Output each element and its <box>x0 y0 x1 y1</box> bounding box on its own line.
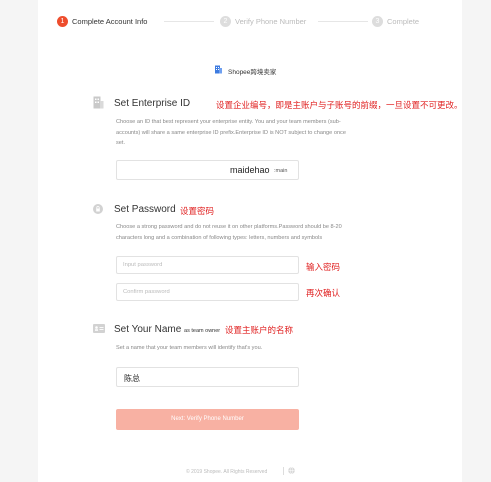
next-verify-phone-button[interactable]: Next: Verify Phone Number <box>116 409 299 430</box>
confirm-password-input[interactable]: Confirm password <box>116 283 299 301</box>
step-3-indicator: 3 <box>372 16 383 27</box>
description-line: Choose an ID that best represent your en… <box>116 119 341 125</box>
globe-icon[interactable] <box>288 467 295 474</box>
step-2-label: Verify Phone Number <box>235 17 307 26</box>
step-1-label: Complete Account Info <box>72 17 148 26</box>
building-icon <box>215 65 222 74</box>
confirm-password-placeholder: Confirm password <box>123 289 170 295</box>
description-line: set. <box>116 140 126 146</box>
enterprise-id-description: Choose an ID that best represent your en… <box>116 117 406 149</box>
brand-name: Shopee跨境卖家 <box>228 69 277 76</box>
id-card-icon <box>93 324 105 333</box>
password-input[interactable]: Input password <box>116 256 299 274</box>
enterprise-id-title: Set Enterprise ID <box>114 98 191 109</box>
enterprise-id-field[interactable]: maidehao :main <box>116 160 299 180</box>
description-line: characters long and a combination of fol… <box>116 234 323 241</box>
step-2-indicator: 2 <box>220 16 231 27</box>
name-title-text: Set Your Name <box>114 324 182 335</box>
enterprise-id-value: maidehao <box>230 165 270 175</box>
password-placeholder: Input password <box>123 262 163 268</box>
description-line: accounts) will share a same enterprise I… <box>116 129 346 136</box>
confirm-password-annotation: 再次确认 <box>306 288 341 298</box>
step-3-label: Complete <box>387 17 420 26</box>
name-title: Set Your Name as team owner <box>114 324 220 335</box>
building-icon <box>93 96 104 109</box>
password-title: Set Password <box>114 204 176 215</box>
name-annotation: 设置主账户的名称 <box>225 325 294 335</box>
step-divider <box>318 21 368 22</box>
password-annotation: 设置密码 <box>180 206 215 216</box>
step-1-indicator: 1 <box>57 16 68 27</box>
lock-icon <box>93 204 103 214</box>
footer-divider <box>283 467 284 475</box>
name-input[interactable]: 陈总 <box>116 367 299 387</box>
name-description: Set a name that your team members will i… <box>116 345 263 351</box>
step-divider <box>164 21 214 22</box>
enterprise-id-suffix: :main <box>274 168 288 174</box>
description-line: Choose a strong password and do not reus… <box>116 224 342 230</box>
enterprise-id-annotation: 设置企业编号，即是主账户与子账号的前缀，一旦设置不可更改。 <box>216 100 463 110</box>
name-title-subtitle: as team owner <box>184 328 221 334</box>
name-value: 陈总 <box>124 374 140 383</box>
password-description: Choose a strong password and do not reus… <box>116 222 406 243</box>
password-input-annotation: 输入密码 <box>306 262 341 272</box>
copyright-text: © 2019 Shopee. All Rights Reserved <box>186 469 268 475</box>
